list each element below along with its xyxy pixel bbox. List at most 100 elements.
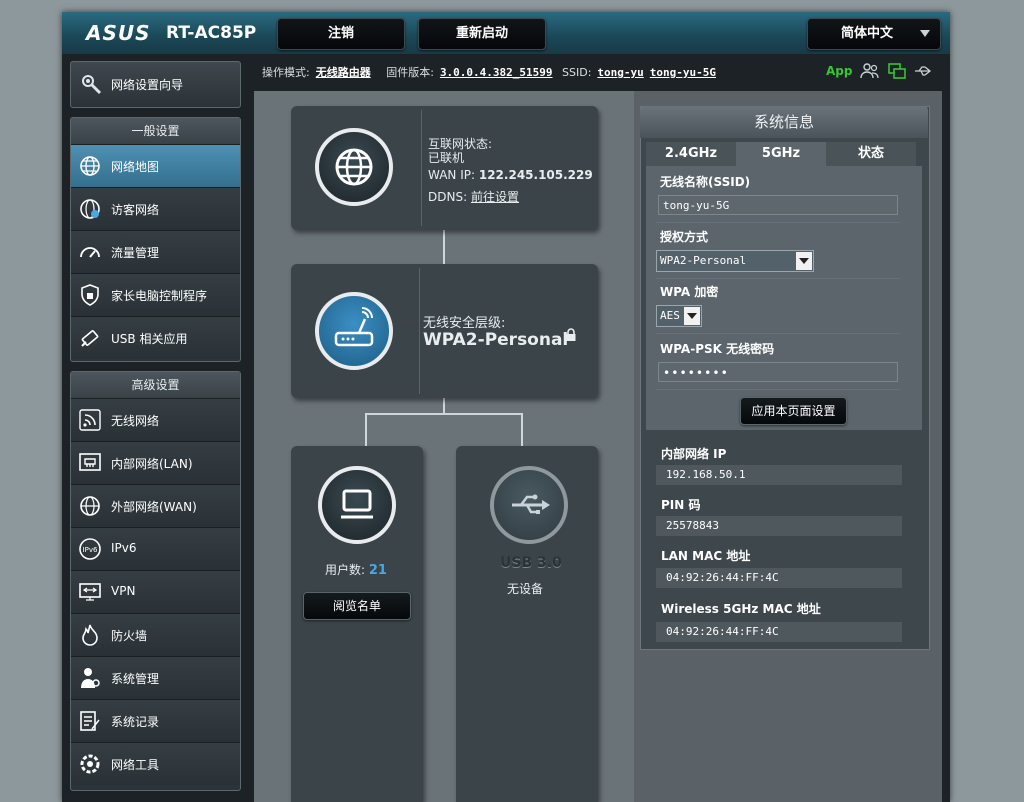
network-tools-icon	[80, 754, 100, 774]
sidebar-item-label: 无线网络	[111, 414, 160, 428]
connector-line	[443, 230, 445, 264]
sidebar-item-parental[interactable]: 家长电脑控制程序	[71, 273, 240, 316]
auth-method-value: WPA2-Personal	[660, 254, 747, 267]
reboot-button[interactable]: 重新启动	[418, 18, 546, 50]
app-link[interactable]: App	[826, 64, 852, 78]
wireless-5g-mac-label: Wireless 5GHz MAC 地址	[661, 602, 821, 616]
advanced-settings-title: 高级设置	[71, 372, 240, 398]
ssid-link-2[interactable]: tong-yu-5G	[650, 66, 716, 79]
card-divider	[419, 268, 420, 394]
sidebar-item-traffic[interactable]: 流量管理	[71, 230, 240, 273]
wizard-icon	[82, 75, 102, 95]
sidebar-item-label: 外部网络(WAN)	[111, 500, 197, 514]
svg-text:IPv6: IPv6	[83, 546, 98, 554]
usb-circle[interactable]	[490, 466, 568, 544]
sidebar-item-label: USB 相关应用	[111, 332, 188, 346]
lan-mac-label: LAN MAC 地址	[661, 549, 751, 563]
internet-status-value: 已联机	[428, 151, 465, 165]
sidebar-item-vpn[interactable]: VPN	[71, 570, 240, 613]
wan-ip-label: WAN IP:	[428, 168, 476, 182]
card-divider	[421, 110, 422, 226]
wpa-encryption-select[interactable]: AES	[656, 305, 702, 327]
client-count-label: 用户数:	[325, 563, 366, 577]
ddns-setup-link[interactable]: 前往设置	[471, 190, 519, 204]
divider	[656, 278, 900, 279]
auth-method-select[interactable]: WPA2-Personal	[656, 250, 814, 272]
wireless-icon	[79, 409, 101, 431]
globe-icon	[80, 156, 100, 176]
sidebar-item-label: 家长电脑控制程序	[111, 289, 208, 303]
language-select[interactable]: 简体中文	[807, 18, 941, 50]
chevron-down-icon	[920, 30, 930, 37]
sidebar-item-wan[interactable]: 外部网络(WAN)	[71, 484, 240, 527]
lan-ip-value: 192.168.50.1	[656, 465, 902, 485]
sidebar-item-lan[interactable]: 内部网络(LAN)	[71, 441, 240, 484]
admin-icon	[81, 668, 100, 688]
parental-shield-icon	[81, 284, 99, 306]
client-count-value: 21	[368, 563, 387, 578]
wan-ip-value: 122.245.105.229	[478, 168, 593, 182]
ddns-label: DDNS:	[428, 190, 468, 204]
divider	[656, 222, 900, 223]
pin-value: 25578843	[656, 516, 902, 536]
general-settings-title: 一般设置	[71, 118, 240, 144]
sidebar-item-label: 访客网络	[111, 203, 160, 217]
chevron-down-icon	[684, 307, 700, 325]
ssid-input[interactable]: tong-yu-5G	[658, 195, 898, 215]
firmware-link[interactable]: 3.0.0.4.382_51599	[440, 66, 553, 79]
tab-status[interactable]: 状态	[826, 142, 916, 166]
auth-method-label: 授权方式	[660, 230, 709, 244]
sidebar-item-label: 系统管理	[111, 672, 160, 686]
tab-5ghz[interactable]: 5GHz	[736, 142, 826, 166]
sidebar-item-firewall[interactable]: 防火墙	[71, 613, 240, 656]
usb-app-icon	[81, 330, 99, 347]
advanced-settings-menu: 高级设置 无线网络 内部网络(LAN) 外部网络(WAN) IPv6 IPv6 …	[70, 371, 241, 791]
wpa-psk-input[interactable]: ••••••••	[658, 362, 898, 382]
view-client-list-button[interactable]: 阅览名单	[303, 592, 411, 620]
sidebar-item-label: 网络地图	[111, 160, 160, 174]
divider	[656, 389, 900, 390]
sidebar-item-guest-network[interactable]: 访客网络	[71, 187, 240, 230]
sidebar-item-ipv6[interactable]: IPv6 IPv6	[71, 527, 240, 570]
sidebar-item-label: 流量管理	[111, 246, 160, 260]
wpa-encryption-label: WPA 加密	[660, 285, 719, 299]
sidebar-item-wizard[interactable]: 网络设置向导	[70, 61, 241, 108]
router-icon	[334, 307, 374, 347]
ssid-link-1[interactable]: tong-yu	[597, 66, 643, 79]
sidebar-item-usb-app[interactable]: USB 相关应用	[71, 316, 240, 359]
gauge-icon	[80, 247, 100, 258]
firewall-icon	[82, 624, 98, 646]
sidebar-item-label: 防火墙	[111, 629, 148, 643]
ssid-label: 无线名称(SSID)	[660, 175, 751, 189]
sidebar-item-label: 系统记录	[111, 715, 160, 729]
guest-network-icon	[80, 199, 100, 219]
sidebar-item-network-tools[interactable]: 网络工具	[71, 742, 240, 785]
tab-2-4ghz[interactable]: 2.4GHz	[646, 142, 736, 166]
internet-circle[interactable]	[315, 128, 393, 206]
sidebar-item-network-map[interactable]: 网络地图	[71, 144, 240, 187]
log-icon	[80, 711, 100, 731]
general-settings-menu: 一般设置 网络地图 访客网络 流量管理 家长电脑控制程序 USB 相关应用	[70, 117, 241, 362]
usb-status-icon[interactable]	[913, 62, 933, 80]
logout-button[interactable]: 注销	[277, 18, 405, 50]
mode-link[interactable]: 无线路由器	[316, 66, 371, 79]
apply-settings-button[interactable]: 应用本页面设置	[740, 397, 847, 425]
sidebar-item-syslog[interactable]: 系统记录	[71, 699, 240, 742]
lan-ip-label: 内部网络 IP	[661, 447, 727, 461]
sidebar-item-label: 内部网络(LAN)	[111, 457, 193, 471]
brand-logo: ASUS	[86, 21, 151, 45]
usb-icon	[512, 494, 550, 514]
clients-circle[interactable]	[318, 466, 396, 544]
network-status-icon[interactable]	[887, 62, 907, 80]
divider	[656, 333, 900, 334]
sidebar-item-wireless[interactable]: 无线网络	[71, 398, 240, 441]
band-tabs: 2.4GHz 5GHz 状态	[646, 142, 922, 166]
users-icon[interactable]	[860, 62, 880, 80]
mode-label: 操作模式:	[262, 66, 310, 79]
wan-globe-icon	[80, 496, 100, 516]
sidebar-item-admin[interactable]: 系统管理	[71, 656, 240, 699]
wireless-5g-mac-value: 04:92:26:44:FF:4C	[656, 622, 902, 642]
computer-icon	[341, 489, 373, 519]
security-level-value: WPA2-Personal	[423, 330, 569, 350]
router-circle[interactable]	[315, 292, 393, 370]
